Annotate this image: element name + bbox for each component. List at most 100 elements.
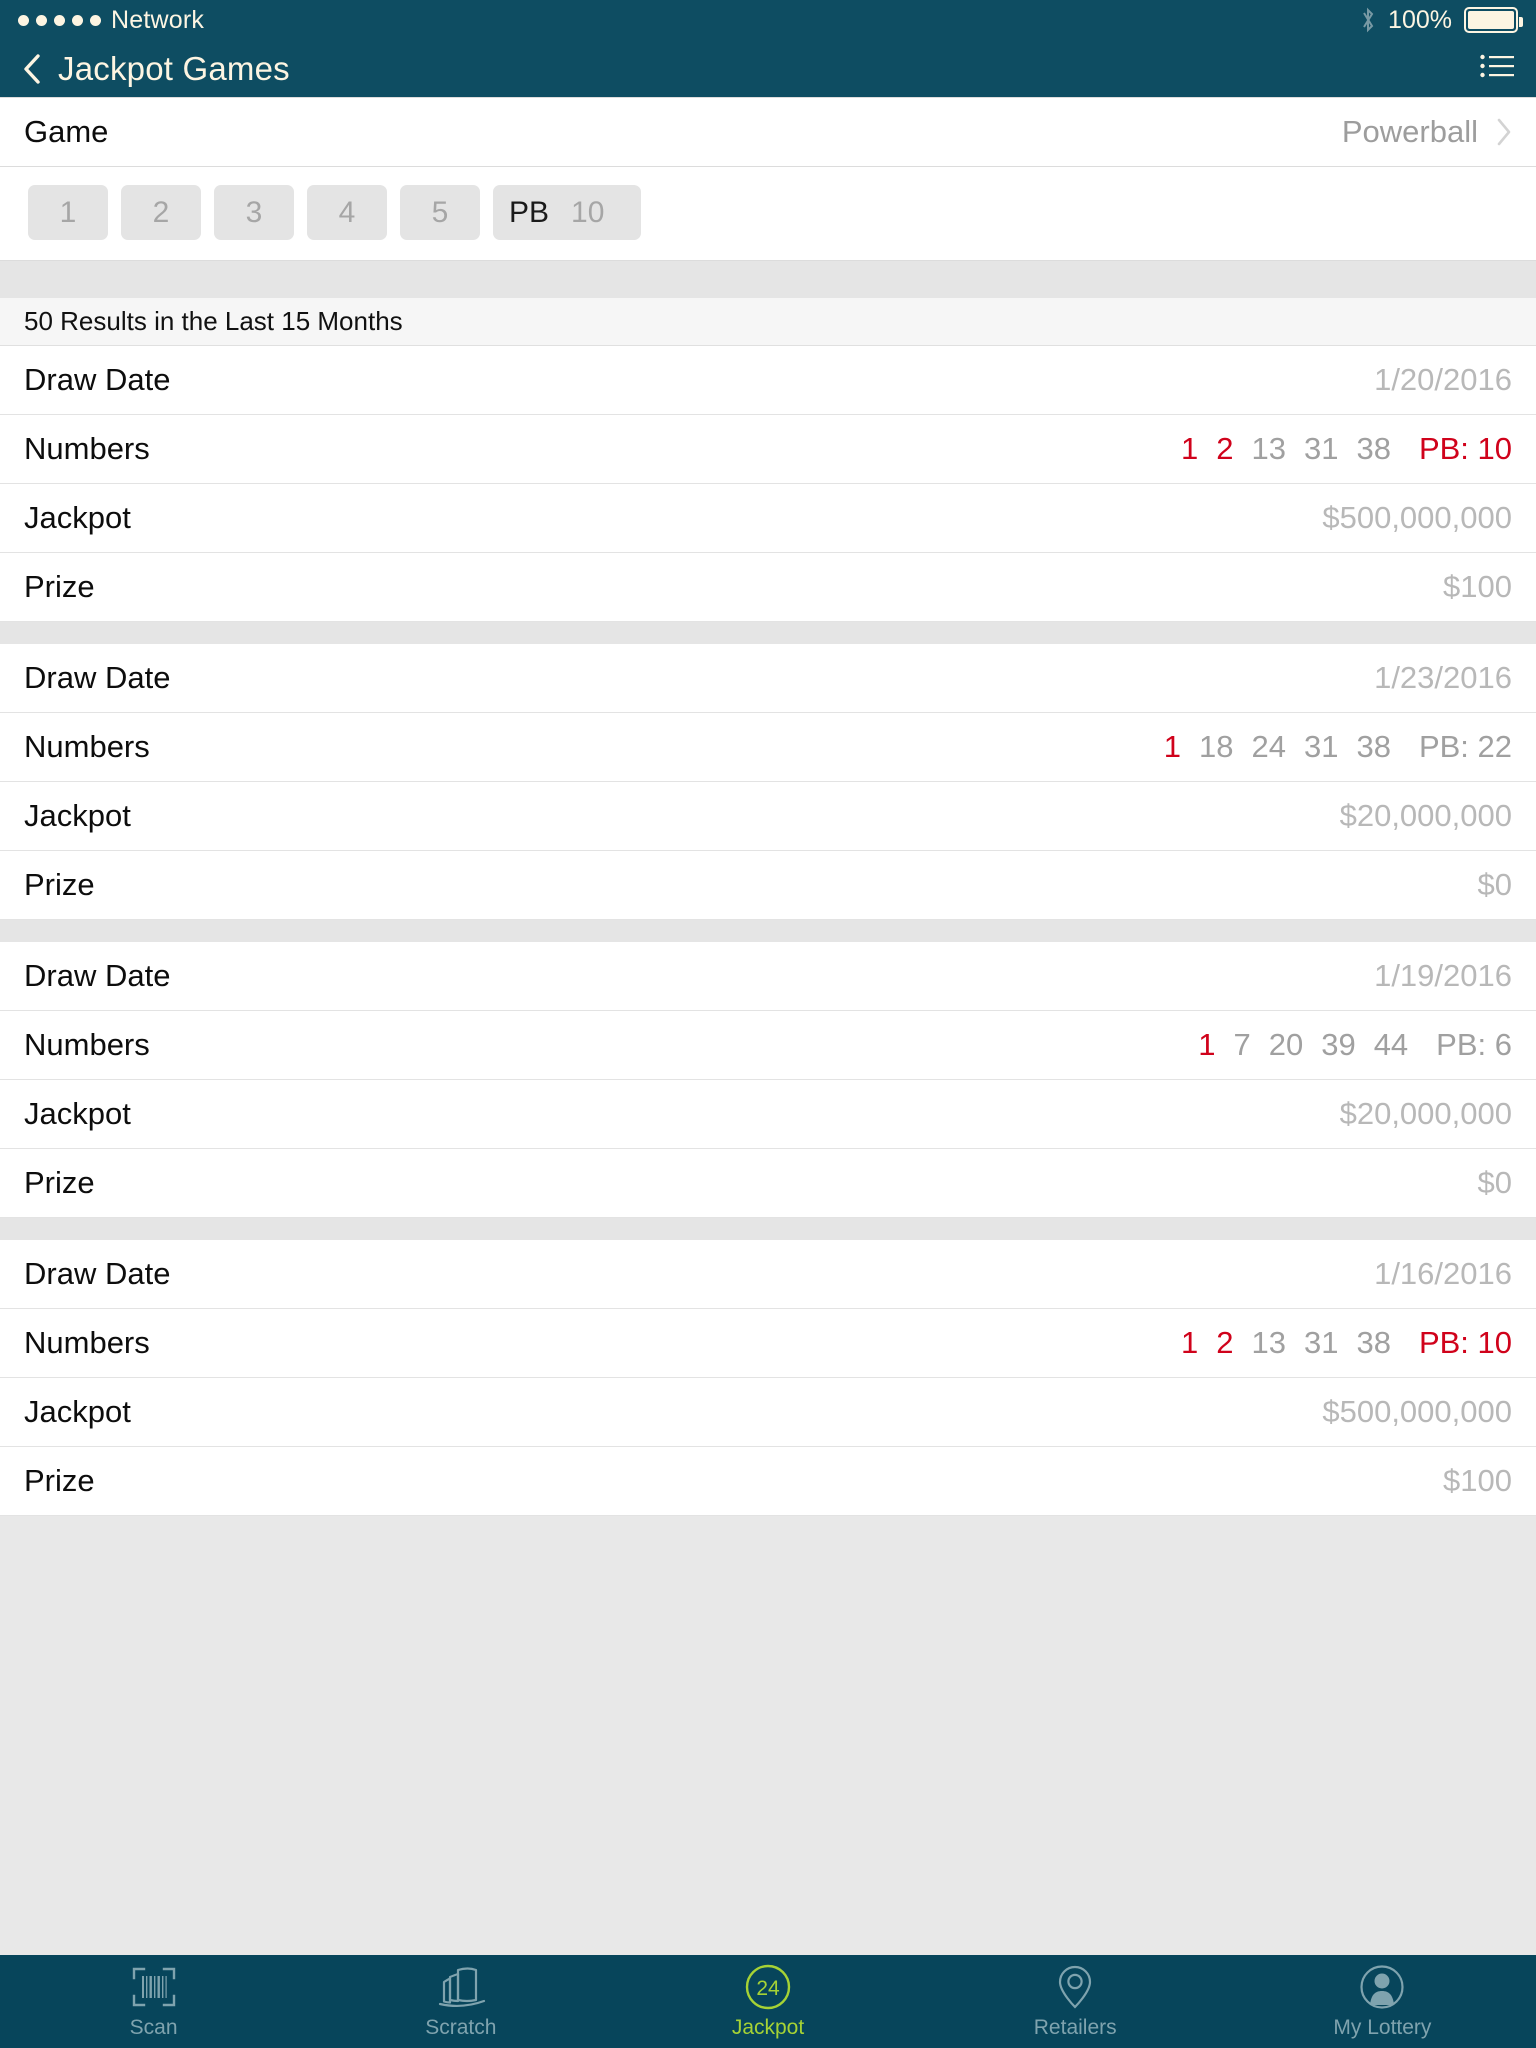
result-group: Draw Date 1/20/2016 Numbers 1 2 13 31 38 PB: 10 J… <box>0 346 1536 622</box>
status-bar: Network 100% <box>0 0 1536 40</box>
powerball-filter-placeholder: 10 <box>571 195 605 229</box>
results-scroll-area[interactable]: Game Powerball 1 2 3 4 5 PB 10 50 Result… <box>0 97 1536 1955</box>
menu-button[interactable] <box>1480 54 1514 83</box>
chevron-right-icon <box>1496 118 1512 146</box>
list-icon <box>1480 54 1514 82</box>
number-filter-input-1[interactable]: 1 <box>28 185 108 240</box>
user-avatar-icon <box>1359 1963 1405 2011</box>
drawn-number: 2 <box>1216 431 1234 466</box>
prize-value: $100 <box>1443 1463 1512 1498</box>
prize-value: $0 <box>1477 867 1512 902</box>
section-gap <box>0 261 1536 298</box>
number-filter-input-4[interactable]: 4 <box>307 185 387 240</box>
drawn-number: 18 <box>1199 729 1234 764</box>
back-button[interactable]: Jackpot Games <box>22 50 290 88</box>
draw-date-value: 1/23/2016 <box>1374 660 1512 695</box>
number-filter-row[interactable]: 1 2 3 4 5 PB 10 <box>0 167 1536 261</box>
chevron-left-icon <box>22 53 42 85</box>
numbers-value: 1 2 13 31 38 PB: 10 <box>1181 1325 1512 1361</box>
result-group-separator <box>0 1218 1536 1240</box>
prize-row: Prize $0 <box>0 1149 1536 1218</box>
powerball-number: PB: 6 <box>1436 1027 1512 1062</box>
numbers-row: Numbers 1 7 20 39 44 PB: 6 <box>0 1011 1536 1080</box>
drawn-number: 31 <box>1303 729 1339 764</box>
numbers-value: 1 2 13 31 38 PB: 10 <box>1181 431 1512 467</box>
draw-date-label: Draw Date <box>24 660 171 695</box>
draw-date-row: Draw Date 1/16/2016 <box>0 1240 1536 1309</box>
draw-date-value: 1/20/2016 <box>1374 362 1512 397</box>
prize-row: Prize $100 <box>0 1447 1536 1516</box>
jackpot-row: Jackpot $20,000,000 <box>0 782 1536 851</box>
status-bar-left: Network <box>18 6 204 35</box>
numbers-label: Numbers <box>24 431 150 466</box>
drawn-number: 1 <box>1180 431 1199 466</box>
status-bar-right: 100% <box>1360 6 1523 35</box>
drawn-number: 7 <box>1233 1027 1251 1062</box>
drawn-number: 38 <box>1356 431 1391 466</box>
jackpot-value: $20,000,000 <box>1339 798 1512 833</box>
jackpot-value: $20,000,000 <box>1339 1096 1512 1131</box>
numbers-label: Numbers <box>24 729 150 764</box>
drawn-number: 1 <box>1198 1027 1216 1062</box>
prize-value: $100 <box>1443 569 1512 604</box>
number-filter-placeholder-4: 4 <box>338 195 356 229</box>
jackpot-row: Jackpot $20,000,000 <box>0 1080 1536 1149</box>
tab-scratch[interactable]: Scratch <box>307 1955 614 2048</box>
drawn-number: 24 <box>1251 729 1286 764</box>
app-screen: Network 100% Jackpot Games Game Powerbal… <box>0 0 1536 2048</box>
drawn-number: 39 <box>1321 1027 1356 1062</box>
jackpot-label: Jackpot <box>24 798 131 833</box>
jackpot-countdown-icon: 24 <box>744 1963 792 2011</box>
prize-label: Prize <box>24 1165 95 1200</box>
draw-date-label: Draw Date <box>24 958 171 993</box>
drawn-number: 38 <box>1356 729 1391 764</box>
signal-strength-icon <box>18 14 101 26</box>
draw-date-row: Draw Date 1/20/2016 <box>0 346 1536 415</box>
number-filter-placeholder-3: 3 <box>245 195 263 229</box>
drawn-number: 1 <box>1163 729 1181 764</box>
jackpot-label: Jackpot <box>24 1394 131 1429</box>
draw-date-label: Draw Date <box>24 1256 171 1291</box>
numbers-label: Numbers <box>24 1325 150 1360</box>
results-count-header: 50 Results in the Last 15 Months <box>0 298 1536 346</box>
numbers-row: Numbers 1 2 13 31 38 PB: 10 <box>0 1309 1536 1378</box>
prize-label: Prize <box>24 569 95 604</box>
powerball-filter-label: PB <box>509 195 550 229</box>
tab-retailers[interactable]: Retailers <box>922 1955 1229 2048</box>
tab-label: Scratch <box>425 2016 497 2039</box>
game-selector-row[interactable]: Game Powerball <box>0 97 1536 167</box>
result-group-separator <box>0 622 1536 644</box>
numbers-value: 1 7 20 39 44 PB: 6 <box>1198 1027 1512 1063</box>
result-group-separator <box>0 920 1536 942</box>
tab-jackpot[interactable]: 24 Jackpot <box>614 1955 921 2048</box>
game-value: Powerball <box>1341 114 1478 149</box>
prize-label: Prize <box>24 867 95 902</box>
number-filter-placeholder-1: 1 <box>59 195 77 229</box>
drawn-number: 13 <box>1251 431 1286 466</box>
numbers-row: Numbers 1 2 13 31 38 PB: 10 <box>0 415 1536 484</box>
tab-label: Retailers <box>1033 2016 1117 2039</box>
powerball-filter-input[interactable]: PB 10 <box>493 185 641 240</box>
tab-label: Scan <box>129 2016 178 2039</box>
tab-bar: Scan Scratch 24 Jackpot Retailers My Lott… <box>0 1955 1536 2048</box>
drawn-number: 31 <box>1303 431 1339 466</box>
number-filter-input-2[interactable]: 2 <box>121 185 201 240</box>
draw-date-label: Draw Date <box>24 362 171 397</box>
tab-my-lottery[interactable]: My Lottery <box>1229 1955 1536 2048</box>
drawn-number: 1 <box>1180 1325 1199 1360</box>
results-list: Draw Date 1/20/2016 Numbers 1 2 13 31 38 PB: 10 J… <box>0 346 1536 1516</box>
scratch-tickets-icon <box>436 1963 486 2011</box>
tab-scan[interactable]: Scan <box>0 1955 307 2048</box>
jackpot-row: Jackpot $500,000,000 <box>0 484 1536 553</box>
number-filter-input-5[interactable]: 5 <box>400 185 480 240</box>
drawn-number: 44 <box>1373 1027 1409 1062</box>
navigation-bar: Jackpot Games <box>0 40 1536 97</box>
bluetooth-icon <box>1360 7 1376 33</box>
result-group: Draw Date 1/23/2016 Numbers 1 18 24 31 38 PB: 22… <box>0 644 1536 920</box>
tab-label: My Lottery <box>1333 2016 1432 2039</box>
number-filter-placeholder-2: 2 <box>152 195 170 229</box>
prize-label: Prize <box>24 1463 95 1498</box>
game-label: Game <box>24 114 109 149</box>
number-filter-input-3[interactable]: 3 <box>214 185 294 240</box>
carrier-label: Network <box>111 5 205 34</box>
